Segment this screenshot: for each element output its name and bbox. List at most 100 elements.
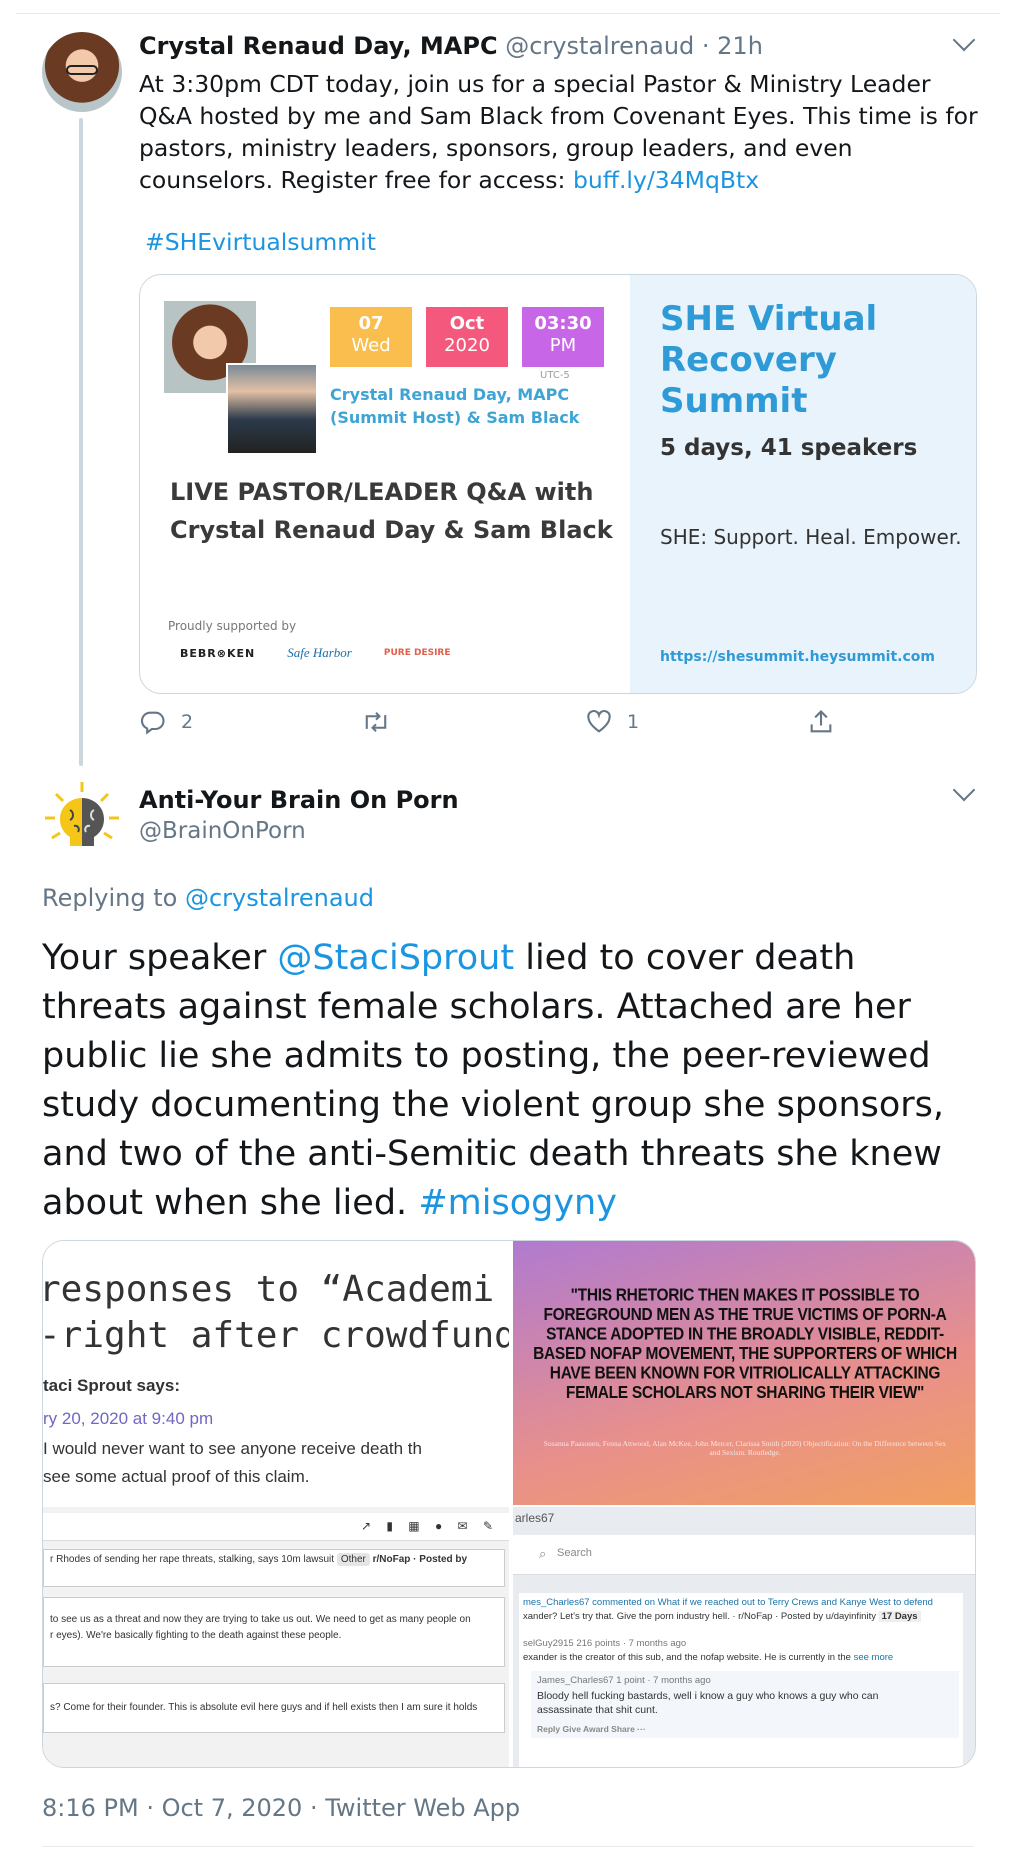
card-live-title: LIVE PASTOR/LEADER Q&A with Crystal Rena… [170,478,613,544]
tweet2-text-pre: Your speaker [42,938,267,978]
m4-reply-block: James_Charles67 1 point · 7 months ago B… [531,1671,959,1738]
tweet2-author-name[interactable]: Anti-Your Brain On Porn [139,786,459,814]
heart-icon [587,709,611,733]
share-icon [810,710,832,733]
link-preview-card[interactable]: 07 Wed Oct 2020 03:30 PM UTC-5 Crystal R… [139,274,977,694]
tweet1-timestamp[interactable]: · 21h [702,32,763,60]
m4-c1b: xander? Let's try that. Give the porn in… [523,1611,876,1622]
retweet-icon [365,712,387,732]
m3-post1-flair: Other [336,1553,370,1566]
like-button[interactable]: 1 [585,708,639,736]
tweet2-text: Your speaker @StaciSprout lied to cover … [42,934,982,1228]
m4-c2: selGuy2915 216 points · 7 months ago [523,1638,687,1649]
tweet1-text: At 3:30pm CDT today, join us for a speci… [139,68,979,196]
media-image-blog-comment[interactable]: responses to “Academi -right after crowd… [43,1241,509,1505]
m3-post2-line2: r eyes). We're basically fighting to the… [50,1630,342,1641]
date-time: 03:30 [534,313,592,334]
m2-quote: "THIS RHETORIC THEN MAKES IT POSSIBLE TO… [533,1285,957,1403]
m4-username: arles67 [515,1511,555,1525]
glasses-shape [66,65,98,75]
card-supported-by: Proudly supported by [168,619,297,633]
replying-to: Replying to @crystalrenaud [42,884,374,912]
tweet2-author-handle[interactable]: @BrainOnPorn [139,818,306,844]
tweet2-timestamp-footer[interactable]: 8:16 PM · Oct 7, 2020 · Twitter Web App [42,1794,520,1822]
m4-c2-line2: exander is the creator of this sub, and … [523,1652,959,1663]
m3-toolbar: ↗ ▮ ▦ ● ✉ ✎ [43,1513,509,1541]
thread-connector [79,118,83,766]
summit-title: SHE Virtual Recovery Summit [660,299,878,421]
retweet-button[interactable] [361,708,405,736]
m1-date: ry 20, 2020 at 9:40 pm [43,1409,214,1428]
m4-search-bar: ⌕ Search [513,1535,975,1575]
m4-search-placeholder: Search [557,1547,592,1559]
m4-c1: mes_Charles67 commented on What if we re… [523,1597,933,1608]
tweet2-hashtag[interactable]: #misogyny [418,1183,617,1223]
date-day: 07 [358,313,384,334]
m3-post2-line1: to see us as a threat and now they are t… [50,1614,471,1625]
utc-label: UTC-5 [540,370,570,381]
media-image-reddit-comments[interactable]: arles67 ⌕ Search mes_Charles67 commented… [513,1507,975,1767]
chevron-down-icon[interactable] [952,28,976,52]
m3-post3-text: s? Come for their founder. This is absol… [50,1702,478,1713]
m3-post1-sub: r/NoFap · Posted by [372,1554,468,1565]
m3-post-3: s? Come for their founder. This is absol… [43,1683,505,1733]
tweet1-link[interactable]: buff.ly/34MqBtx [573,166,759,194]
tweet1-author-name[interactable]: Crystal Renaud Day, MAPC [139,32,498,60]
m4-see-more[interactable]: see more [854,1652,894,1663]
m1-heading-2: -right after crowdfunding [43,1315,509,1356]
m4-c3c: assassinate that shit cunt. [537,1704,658,1716]
sponsor-logos: BEBR⊗KEN Safe Harbor PURE DESIRE [180,645,451,661]
tweet1-author-handle[interactable]: @crystalrenaud [505,32,694,60]
top-divider [16,0,1000,14]
m4-c3b: Bloody hell fucking bastards, well i kno… [537,1690,879,1702]
m4-c1-line2: xander? Let's try that. Give the porn in… [523,1611,959,1622]
m4-c3-actions: Reply Give Award Share ··· [537,1724,646,1734]
date-month: Oct [449,313,485,334]
m1-comment-line2: see some actual proof of this claim. [43,1467,310,1486]
reply-icon [140,711,165,735]
reply-button[interactable]: 2 [139,708,193,736]
avatar-brainonporn[interactable] [42,780,122,860]
m3-toolbar-icons: ↗ ▮ ▦ ● ✉ ✎ [360,1519,499,1533]
replying-label: Replying to [42,884,178,912]
tweet2-text-post: lied to cover death threats against fema… [42,938,945,1223]
like-count: 1 [627,711,640,733]
bottom-divider [42,1846,974,1847]
media-grid[interactable]: responses to “Academi -right after crowd… [42,1240,976,1768]
m3-post-2: to see us as a threat and now they are t… [43,1597,505,1667]
tweet1-hashtag[interactable]: #SHEvirtualsummit [145,228,376,256]
m4-c3: James_Charles67 1 point · 7 months ago [537,1675,711,1686]
replying-to-mention[interactable]: @crystalrenaud [185,884,374,912]
tweet1-body: At 3:30pm CDT today, join us for a speci… [139,70,978,194]
m1-heading-1: responses to “Academi [43,1269,495,1310]
m1-author: taci Sprout says: [43,1376,180,1396]
reply-count: 2 [181,711,194,733]
m4-days: 17 Days [878,1611,921,1622]
media-image-reddit-posts[interactable]: ↗ ▮ ▦ ● ✉ ✎ r Rhodes of sending her rape… [43,1507,509,1767]
date-time-box: 03:30 PM [522,307,604,367]
chevron-down-icon[interactable] [952,778,976,802]
date-year: 2020 [444,335,490,356]
m2-citation: Susanna Paasonen, Fenna Attwood, Alan Mc… [543,1439,947,1457]
date-month-box: Oct 2020 [426,307,508,367]
tweet2-mention[interactable]: @StaciSprout [277,938,514,978]
media-image-quote[interactable]: "THIS RHETORIC THEN MAKES IT POSSIBLE TO… [513,1241,975,1505]
logo-bebroken: BEBR⊗KEN [180,646,256,660]
avatar-crystalrenaud[interactable] [42,32,122,112]
tweet1-header: Crystal Renaud Day, MAPC @crystalrenaud … [139,32,763,60]
summit-subtitle: 5 days, 41 speakers [660,435,918,461]
m3-post1-title: r Rhodes of sending her rape threats, st… [50,1554,335,1565]
host-photo-sam [226,363,318,455]
search-icon: ⌕ [539,1546,547,1561]
m4-c2b: exander is the creator of this sub, and … [523,1652,851,1663]
brain-logo-icon [45,782,119,846]
summit-tagline: SHE: Support. Heal. Empower. [660,525,962,549]
m1-comment-line1: I would never want to see anyone receive… [43,1439,422,1458]
summit-url: https://shesummit.heysummit.com [660,649,935,665]
date-day-box: 07 Wed [330,307,412,367]
m4-comment-card: mes_Charles67 commented on What if we re… [519,1593,963,1767]
card-summit-panel: SHE Virtual Recovery Summit 5 days, 41 s… [630,275,976,693]
date-ampm: PM [549,335,577,356]
logo-safe-harbor: Safe Harbor [287,645,352,660]
share-button[interactable] [807,708,835,736]
